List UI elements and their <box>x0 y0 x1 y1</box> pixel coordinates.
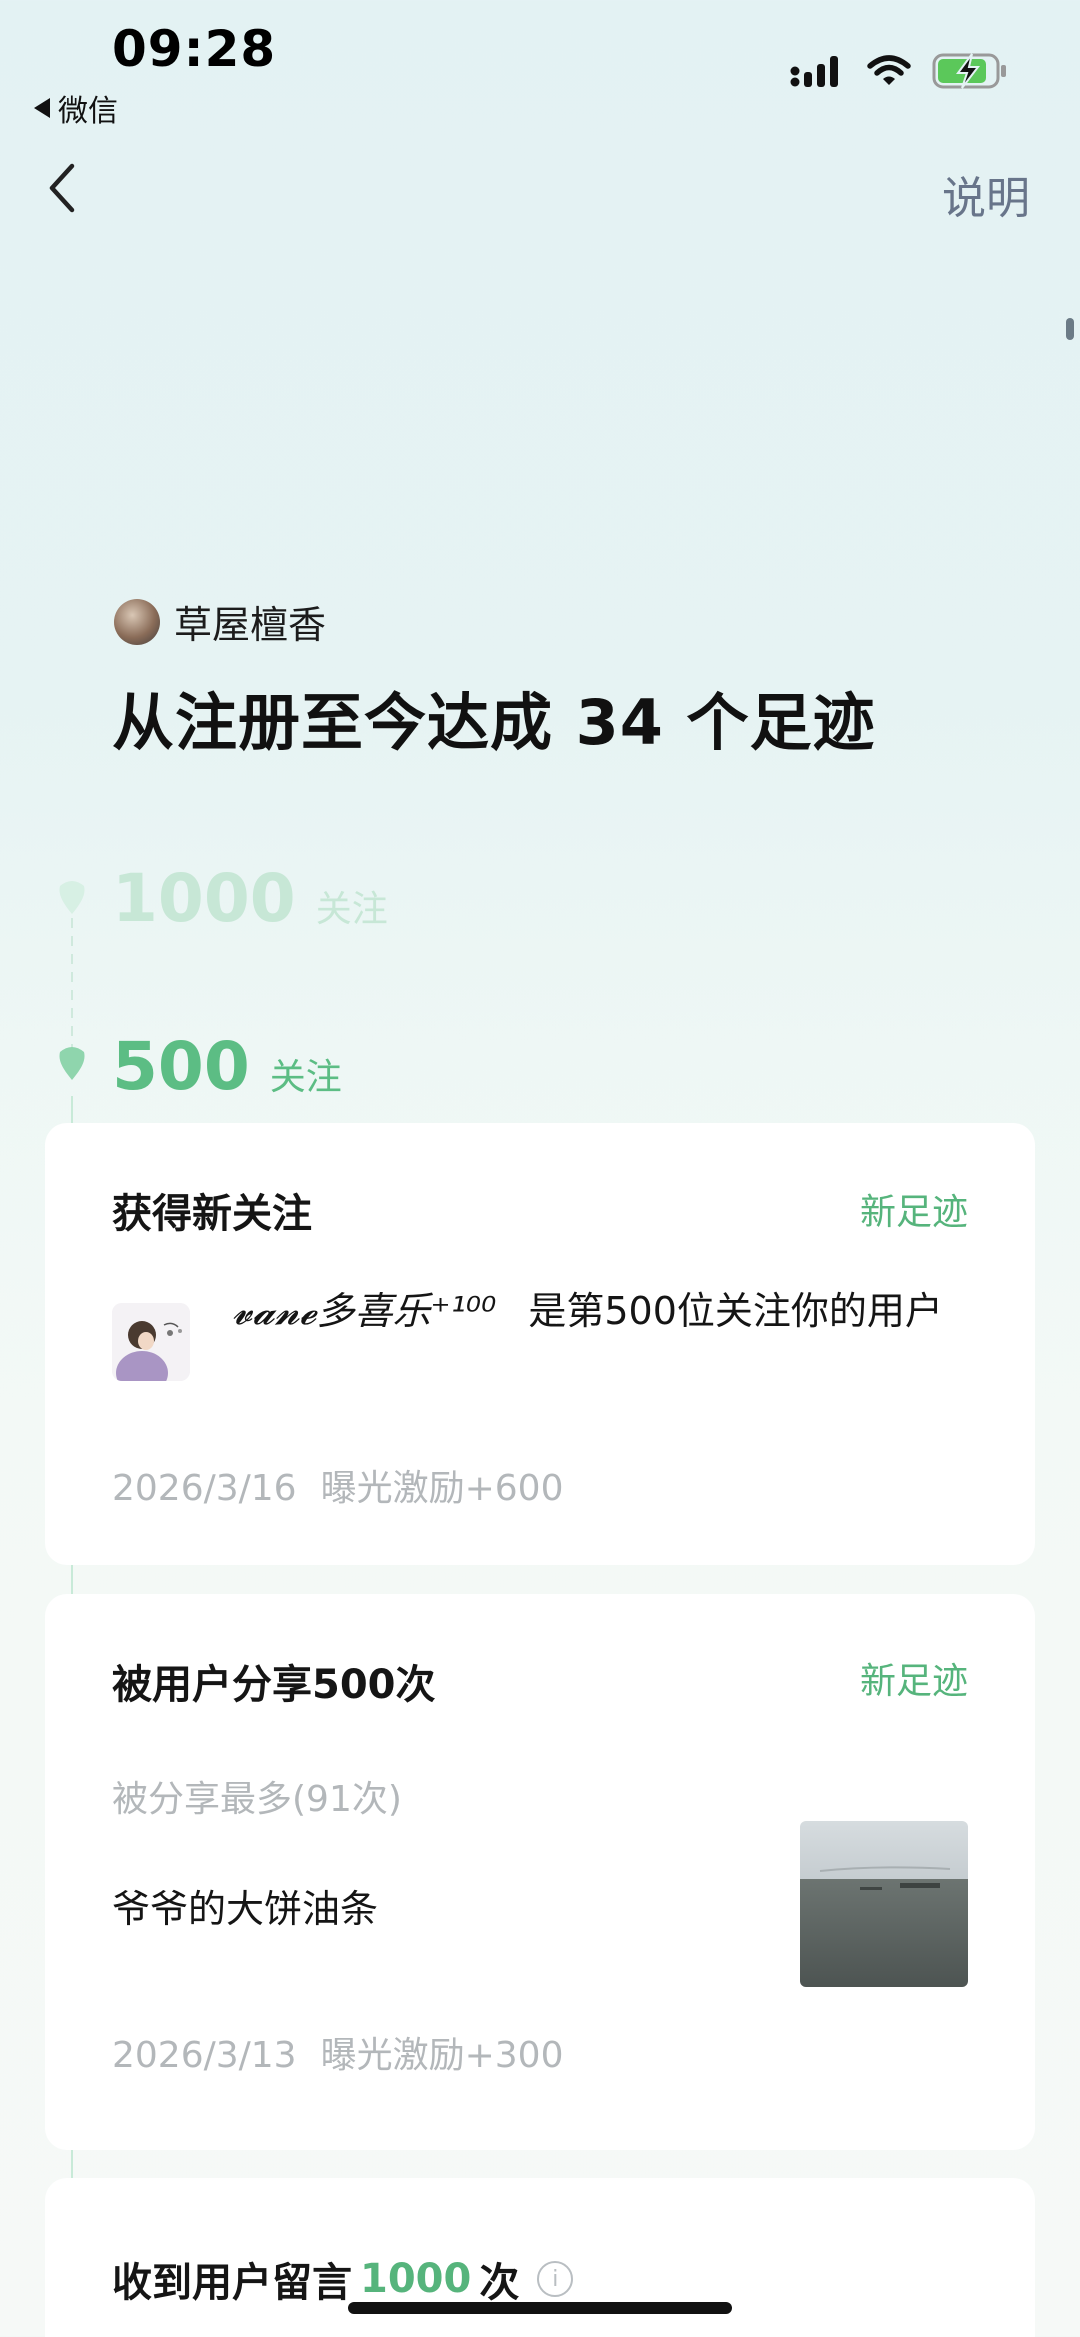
back-triangle-icon <box>34 98 50 118</box>
user-info: 草屋檀香 <box>114 594 326 649</box>
card-reward: 曝光激励+300 <box>320 2035 564 2076</box>
new-footprint-tag: 新足迹 <box>859 1192 968 1233</box>
milestone-drop-icon <box>59 1047 85 1080</box>
post-thumbnail[interactable] <box>800 1821 968 1987</box>
info-icon[interactable]: i <box>537 2261 574 2297</box>
title-prefix: 收到用户留言 <box>112 2260 352 2306</box>
scroll-indicator <box>1066 318 1074 340</box>
card-reward: 曝光激励+600 <box>320 1468 564 1509</box>
most-shared-label: 被分享最多(91次) <box>112 1779 402 1820</box>
follower-description: 𝓿𝓪𝓷𝓮多喜乐⁺¹⁰⁰ 是第500位关注你的用户 <box>232 1283 972 1339</box>
back-to-app-link[interactable]: 微信 <box>34 86 118 130</box>
milestone-unit: 关注 <box>269 1057 342 1098</box>
user-avatar <box>114 598 160 645</box>
wifi-icon <box>867 55 911 85</box>
chevron-left-icon <box>49 163 75 213</box>
milestone-number: 1000 <box>112 860 296 937</box>
page-title: 从注册至今达成 34 个足迹 <box>112 686 876 759</box>
help-button[interactable]: 说明 <box>942 162 1030 226</box>
new-footprint-tag: 新足迹 <box>859 1661 968 1702</box>
card-date: 2026/3/16 <box>112 1468 297 1509</box>
milestone-drop-icon <box>59 881 85 914</box>
status-icons <box>790 52 1008 90</box>
comment-count: 1000 <box>360 2256 472 2302</box>
new-follower-card[interactable]: 获得新关注 新足迹 𝓿𝓪𝓷𝓮多喜乐⁺¹⁰⁰ 是第500位关注你的用户 2026/… <box>45 1123 1035 1565</box>
back-button[interactable] <box>40 158 90 218</box>
follower-rank-text: 是第500位关注你的用户 <box>528 1289 943 1333</box>
title-suffix: 次 <box>479 2260 520 2306</box>
milestone-1000: 1000 关注 <box>112 860 388 937</box>
timeline-dashed-line <box>71 918 73 1048</box>
follower-avatar[interactable] <box>112 1303 190 1381</box>
back-app-label: 微信 <box>58 94 118 129</box>
signal-icon <box>790 56 838 87</box>
milestone-500: 500 关注 <box>112 1028 342 1105</box>
card-meta: 2026/3/16 曝光激励+600 <box>112 1459 563 1511</box>
card-meta: 2026/3/13 曝光激励+300 <box>112 2026 563 2078</box>
user-name: 草屋檀香 <box>174 603 327 647</box>
post-title[interactable]: 爷爷的大饼油条 <box>112 1878 378 1933</box>
card-date: 2026/3/13 <box>112 2035 297 2076</box>
milestone-unit: 关注 <box>315 889 388 930</box>
card-title: 获得新关注 <box>112 1191 312 1237</box>
home-indicator[interactable] <box>348 2302 732 2314</box>
milestone-number: 500 <box>112 1028 250 1105</box>
follower-nickname[interactable]: 𝓿𝓪𝓷𝓮多喜乐⁺¹⁰⁰ <box>232 1289 496 1333</box>
card-title: 收到用户留言 1000 次 i <box>112 2250 574 2308</box>
status-time: 09:28 <box>112 20 277 78</box>
card-title: 被用户分享500次 <box>112 1662 436 1708</box>
battery-charging-icon <box>932 53 1006 89</box>
shares-card[interactable]: 被用户分享500次 新足迹 被分享最多(91次) 爷爷的大饼油条 2026/3/… <box>45 1594 1035 2150</box>
